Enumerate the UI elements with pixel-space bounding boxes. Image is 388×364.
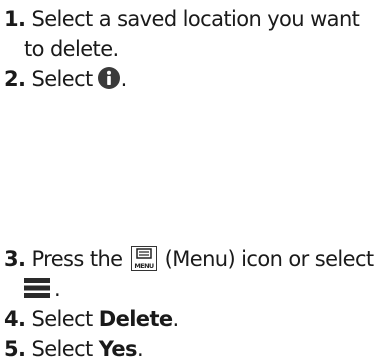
step-number: 4. [4,307,26,331]
step-text-end: . [136,337,144,361]
step-text-line2: . [4,274,374,304]
step-5: 5. Select Yes. [4,334,144,364]
step-text-end: . [172,307,180,331]
step-1: 1. Select a saved location you want to d… [4,4,360,64]
step-number: 3. [4,247,26,271]
hamburger-menu-icon [24,277,54,299]
step-text: Select [31,337,93,361]
step-text-continued: (Menu) icon or select [164,247,374,271]
info-icon [97,66,121,90]
step-bold-term: Yes [98,337,138,361]
step-text-continued: to delete. [24,37,119,61]
menu-icon: MENU [130,246,157,271]
step-number: 2. [4,67,26,91]
step-text: Press the [31,247,123,271]
step-number: 1. [4,7,26,31]
step-3: 3. Press the MENU (Menu) icon or select … [4,244,374,304]
step-text: Select a saved location you want [31,7,360,31]
step-text-end: . [54,277,61,301]
step-text: Select [31,307,93,331]
step-bold-term: Delete [98,307,173,331]
step-4: 4. Select Delete. [4,304,179,334]
step-text: Select [31,67,93,91]
step-number: 5. [4,337,26,361]
step-text-end: . [120,67,128,91]
step-2: 2. Select. [4,64,127,94]
menu-icon-label: MENU [134,262,154,270]
